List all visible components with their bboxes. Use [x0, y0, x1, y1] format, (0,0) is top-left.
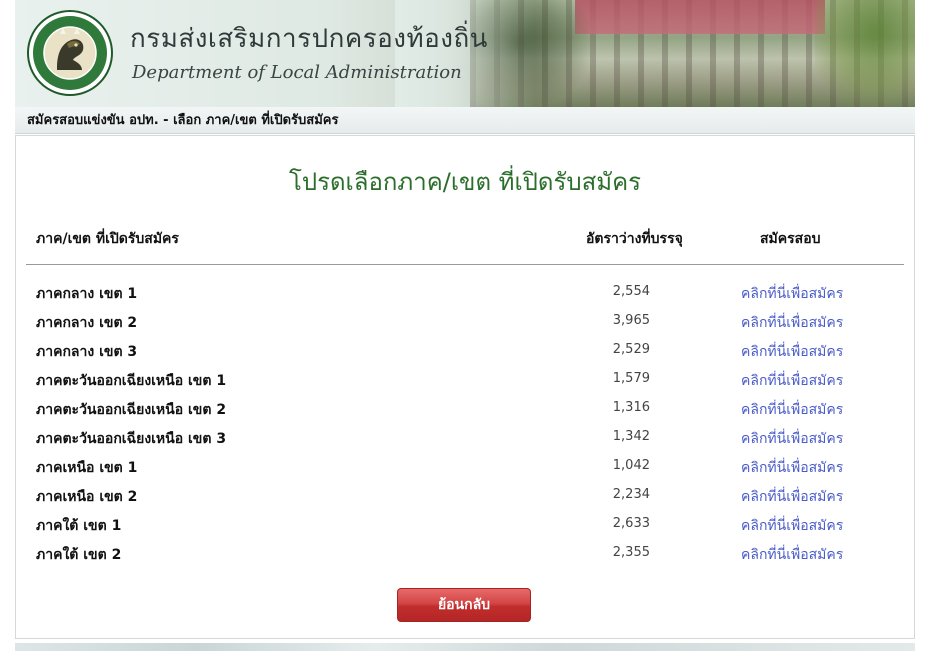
breadcrumb: สมัครสอบแข่งขัน อปท. - เลือก ภาค/เขต ที่… — [15, 107, 915, 134]
vacancy-count: 2,529 — [612, 342, 650, 357]
region-name: ภาคกลาง เขต 3 — [36, 344, 138, 360]
header-divider — [26, 264, 904, 265]
table-row: ภาคกลาง เขต 1 2,554 คลิกที่นี่เพื่อสมัคร — [16, 278, 914, 307]
region-name: ภาคเหนือ เขต 2 — [36, 489, 138, 505]
vacancy-count: 2,234 — [612, 487, 650, 502]
apply-link[interactable]: คลิกที่นี่เพื่อสมัคร — [741, 341, 843, 363]
region-selection-panel: โปรดเลือกภาค/เขต ที่เปิดรับสมัคร ภาค/เขต… — [15, 135, 915, 639]
region-name: ภาคตะวันออกเฉียงเหนือ เขต 1 — [36, 373, 227, 389]
vacancy-count: 1,316 — [612, 400, 650, 415]
banner-trees-photo-right — [815, 0, 915, 107]
apply-link[interactable]: คลิกที่นี่เพื่อสมัคร — [741, 399, 843, 421]
region-name: ภาคใต้ เขต 1 — [36, 518, 122, 534]
table-row: ภาคใต้ เขต 2 2,355 คลิกที่นี่เพื่อสมัคร — [16, 539, 914, 568]
site-title-thai: กรมส่งเสริมการปกครองท้องถิ่น — [130, 24, 488, 54]
table-row: ภาคเหนือ เขต 1 1,042 คลิกที่นี่เพื่อสมัค… — [16, 452, 914, 481]
page-title: โปรดเลือกภาค/เขต ที่เปิดรับสมัคร — [288, 168, 642, 196]
vacancy-count: 1,579 — [612, 371, 650, 386]
apply-link[interactable]: คลิกที่นี่เพื่อสมัคร — [741, 486, 843, 508]
region-name: ภาคตะวันออกเฉียงเหนือ เขต 2 — [36, 402, 227, 418]
apply-link[interactable]: คลิกที่นี่เพื่อสมัคร — [741, 370, 843, 392]
site-title-english: Department of Local Administration — [132, 62, 462, 83]
vacancy-count: 2,355 — [612, 545, 650, 560]
vacancy-count: 2,554 — [612, 284, 650, 299]
region-name: ภาคตะวันออกเฉียงเหนือ เขต 3 — [36, 431, 227, 447]
table-row: ภาคเหนือ เขต 2 2,234 คลิกที่นี่เพื่อสมัค… — [16, 481, 914, 510]
region-name: ภาคกลาง เขต 1 — [36, 286, 138, 302]
table-row: ภาคใต้ เขต 1 2,633 คลิกที่นี่เพื่อสมัคร — [16, 510, 914, 539]
region-name: ภาคใต้ เขต 2 — [36, 547, 122, 563]
table-row: ภาคตะวันออกเฉียงเหนือ เขต 3 1,342 คลิกที… — [16, 423, 914, 452]
vacancy-count: 1,342 — [612, 429, 650, 444]
apply-link[interactable]: คลิกที่นี่เพื่อสมัคร — [741, 428, 843, 450]
vacancy-count: 1,042 — [612, 458, 650, 473]
header-banner: กรมส่งเสริมการปกครองท้องถิ่น Department … — [15, 0, 915, 107]
banner-roof-photo — [575, 0, 825, 34]
table-row: ภาคตะวันออกเฉียงเหนือ เขต 2 1,316 คลิกที… — [16, 394, 914, 423]
apply-link[interactable]: คลิกที่นี่เพื่อสมัคร — [741, 544, 843, 566]
region-list: ภาคกลาง เขต 1 2,554 คลิกที่นี่เพื่อสมัคร… — [16, 278, 914, 568]
back-button[interactable]: ย้อนกลับ — [397, 588, 531, 622]
page: กรมส่งเสริมการปกครองท้องถิ่น Department … — [0, 0, 934, 651]
apply-link[interactable]: คลิกที่นี่เพื่อสมัคร — [741, 312, 843, 334]
column-header-region: ภาค/เขต ที่เปิดรับสมัคร — [36, 231, 179, 247]
footer-strip — [15, 643, 915, 651]
apply-link[interactable]: คลิกที่นี่เพื่อสมัคร — [741, 515, 843, 537]
vacancy-count: 2,633 — [612, 516, 650, 531]
region-name: ภาคเหนือ เขต 1 — [36, 460, 138, 476]
table-row: ภาคกลาง เขต 2 3,965 คลิกที่นี่เพื่อสมัคร — [16, 307, 914, 336]
apply-link[interactable]: คลิกที่นี่เพื่อสมัคร — [741, 457, 843, 479]
vacancy-count: 3,965 — [612, 313, 650, 328]
region-name: ภาคกลาง เขต 2 — [36, 315, 138, 331]
apply-link[interactable]: คลิกที่นี่เพื่อสมัคร — [741, 283, 843, 305]
department-seal-icon — [27, 10, 113, 96]
column-header-vacancy: อัตราว่างที่บรรจุ — [586, 231, 683, 247]
table-row: ภาคกลาง เขต 3 2,529 คลิกที่นี่เพื่อสมัคร — [16, 336, 914, 365]
table-row: ภาคตะวันออกเฉียงเหนือ เขต 1 1,579 คลิกที… — [16, 365, 914, 394]
column-header-apply: สมัครสอบ — [760, 231, 821, 247]
